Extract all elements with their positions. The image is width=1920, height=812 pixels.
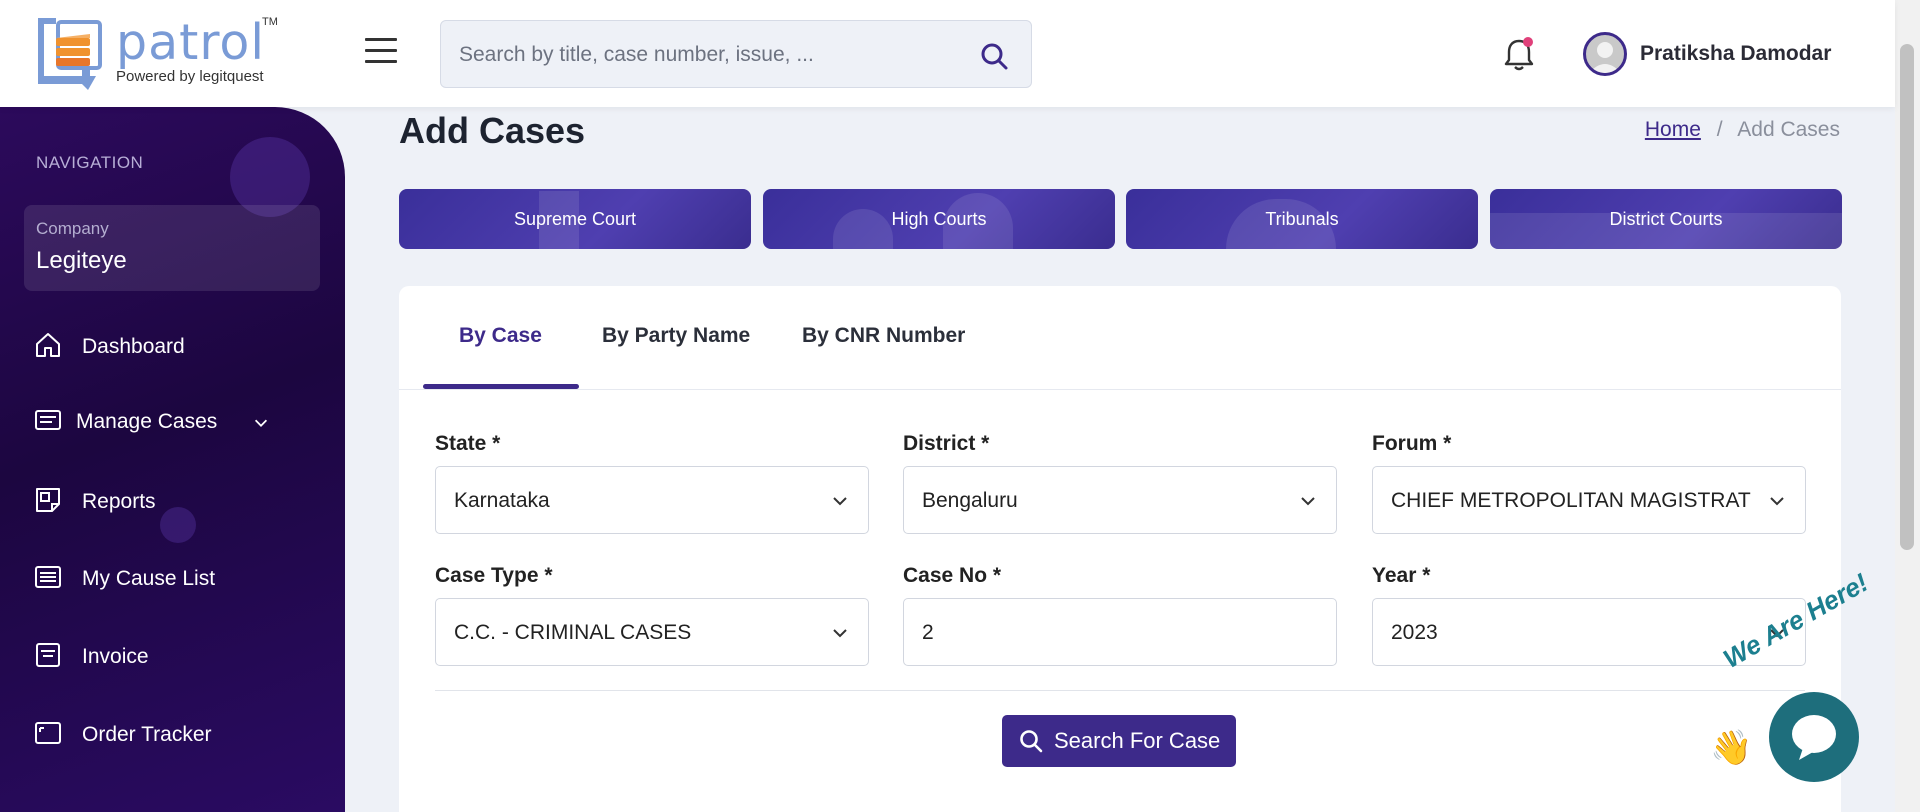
patrol-logo[interactable]: patrol TM Powered by legitquest bbox=[34, 14, 284, 94]
court-type-tabs: Supreme Court High Courts Tribunals Dist… bbox=[399, 189, 1842, 249]
form-divider bbox=[435, 690, 1805, 691]
tab-by-case[interactable]: By Case bbox=[459, 324, 542, 348]
add-case-form-card: By Case By Party Name By CNR Number Stat… bbox=[399, 286, 1841, 812]
court-tab-label: Supreme Court bbox=[513, 209, 637, 229]
page-title: Add Cases bbox=[399, 110, 586, 151]
menu-toggle-button[interactable] bbox=[365, 38, 397, 66]
search-icon bbox=[1020, 730, 1043, 753]
reports-icon bbox=[36, 488, 60, 512]
company-selector[interactable]: Company Legiteye bbox=[24, 205, 320, 291]
court-tab-label: High Courts bbox=[891, 209, 987, 229]
sidebar-item-label: Dashboard bbox=[82, 335, 185, 358]
court-tab-supreme-court[interactable]: Supreme Court bbox=[399, 189, 751, 249]
logo-wordmark: patrol bbox=[116, 14, 266, 71]
invoice-icon bbox=[36, 643, 60, 667]
user-avatar-icon bbox=[1589, 42, 1621, 73]
sidebar-item-label: Manage Cases bbox=[76, 410, 218, 433]
tab-by-party-name[interactable]: By Party Name bbox=[602, 324, 750, 348]
sidebar-item-label: Reports bbox=[82, 490, 156, 513]
search-icon[interactable] bbox=[979, 41, 1009, 71]
state-value: Karnataka bbox=[454, 489, 550, 512]
sidebar-item-label: Order Tracker bbox=[82, 723, 212, 746]
sidebar-item-manage-cases[interactable]: Manage Cases bbox=[34, 402, 324, 442]
district-select[interactable]: Bengaluru bbox=[903, 466, 1337, 534]
chevron-down-icon[interactable] bbox=[252, 414, 270, 432]
forum-select[interactable]: CHIEF METROPOLITAN MAGISTRAT bbox=[1372, 466, 1806, 534]
state-label: State * bbox=[435, 432, 501, 455]
home-icon bbox=[36, 333, 60, 357]
sidebar-item-label: Invoice bbox=[82, 645, 149, 668]
case-no-input[interactable]: 2 bbox=[903, 598, 1337, 666]
hamburger-line bbox=[365, 60, 397, 63]
company-label: Company bbox=[36, 219, 109, 238]
active-tab-indicator bbox=[423, 384, 579, 389]
tab-by-cnr-number[interactable]: By CNR Number bbox=[802, 324, 965, 348]
navigation-heading: NAVIGATION bbox=[36, 153, 144, 172]
chevron-down-icon bbox=[833, 497, 847, 506]
notification-bell-icon[interactable] bbox=[1502, 36, 1536, 72]
global-search-bar bbox=[440, 20, 1032, 88]
page-scrollbar[interactable] bbox=[1895, 0, 1920, 812]
global-search-input[interactable] bbox=[459, 39, 959, 71]
cause-list-icon bbox=[35, 566, 61, 588]
breadcrumb-separator: / bbox=[1716, 118, 1723, 141]
user-name[interactable]: Pratiksha Damodar bbox=[1640, 42, 1831, 66]
court-tab-tribunals[interactable]: Tribunals bbox=[1126, 189, 1478, 249]
court-tab-label: Tribunals bbox=[1265, 209, 1339, 229]
breadcrumb-home-link[interactable]: Home bbox=[1645, 118, 1701, 141]
case-type-value: C.C. - CRIMINAL CASES bbox=[454, 621, 692, 644]
tracker-icon bbox=[35, 722, 61, 744]
company-name: Legiteye bbox=[36, 247, 127, 274]
logo-tagline: Powered by legitquest bbox=[116, 68, 264, 85]
list-icon bbox=[35, 410, 61, 430]
top-header: patrol TM Powered by legitquest Pratiksh… bbox=[0, 0, 1895, 107]
search-mode-tabs: By Case By Party Name By CNR Number bbox=[399, 286, 1841, 390]
sidebar-item-reports[interactable]: Reports bbox=[34, 482, 324, 522]
sidebar-item-label: My Cause List bbox=[82, 567, 216, 590]
court-tab-district-courts[interactable]: District Courts bbox=[1490, 189, 1842, 249]
sidebar: NAVIGATION Company Legiteye Dashboard Ma… bbox=[0, 107, 345, 812]
forum-value: CHIEF METROPOLITAN MAGISTRAT bbox=[1391, 489, 1751, 512]
breadcrumb: Home / Add Cases bbox=[1645, 118, 1840, 142]
chevron-down-icon bbox=[1301, 497, 1315, 506]
scrollbar-thumb[interactable] bbox=[1900, 44, 1914, 550]
tab-background-art bbox=[833, 209, 893, 249]
hamburger-line bbox=[365, 49, 397, 52]
case-type-label: Case Type * bbox=[435, 564, 553, 587]
user-avatar[interactable] bbox=[1583, 32, 1627, 76]
logo-mark-icon bbox=[38, 18, 102, 90]
logo-trademark: TM bbox=[262, 16, 278, 28]
year-value: 2023 bbox=[1391, 621, 1438, 644]
forum-label: Forum * bbox=[1372, 432, 1452, 455]
case-no-label: Case No * bbox=[903, 564, 1002, 587]
district-value: Bengaluru bbox=[922, 489, 1018, 512]
breadcrumb-current: Add Cases bbox=[1737, 118, 1840, 141]
state-select[interactable]: Karnataka bbox=[435, 466, 869, 534]
sidebar-item-order-tracker[interactable]: Order Tracker bbox=[34, 715, 324, 755]
search-for-case-label: Search For Case bbox=[1054, 728, 1221, 753]
case-no-value: 2 bbox=[922, 621, 934, 644]
chat-launcher-button[interactable] bbox=[1769, 692, 1859, 782]
sidebar-item-invoice[interactable]: Invoice bbox=[34, 637, 324, 677]
chat-bubble-icon bbox=[1792, 715, 1836, 760]
search-for-case-button[interactable]: Search For Case bbox=[1002, 715, 1236, 767]
chevron-down-icon bbox=[833, 629, 847, 638]
waving-hand-icon: 👋 bbox=[1710, 729, 1753, 767]
chevron-down-icon bbox=[1770, 497, 1784, 506]
court-tab-high-courts[interactable]: High Courts bbox=[763, 189, 1115, 249]
year-label: Year * bbox=[1372, 564, 1431, 587]
hamburger-line bbox=[365, 38, 397, 41]
sidebar-item-my-cause-list[interactable]: My Cause List bbox=[34, 559, 324, 599]
court-tab-label: District Courts bbox=[1609, 209, 1723, 229]
district-label: District * bbox=[903, 432, 990, 455]
case-type-select[interactable]: C.C. - CRIMINAL CASES bbox=[435, 598, 869, 666]
sidebar-item-dashboard[interactable]: Dashboard bbox=[34, 327, 324, 367]
